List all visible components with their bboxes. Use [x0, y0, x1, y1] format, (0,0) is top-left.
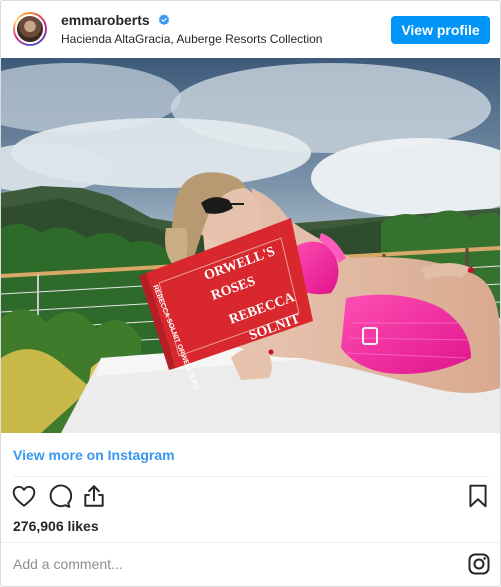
comment-icon[interactable]	[46, 483, 72, 509]
avatar[interactable]	[13, 12, 47, 46]
username-text[interactable]: emmaroberts	[61, 12, 150, 28]
bookmark-icon[interactable]	[465, 483, 491, 509]
photo-illustration: ORWELL'S ROSES REBECCA SOLNIT REBECCA SO…	[1, 58, 500, 433]
instagram-icon[interactable]	[467, 552, 491, 576]
add-comment-input[interactable]	[13, 553, 453, 575]
username[interactable]: emmaroberts	[61, 12, 170, 28]
divider	[13, 476, 489, 477]
divider	[1, 542, 500, 543]
avatar-image	[15, 14, 45, 44]
view-more-on-instagram-link[interactable]: View more on Instagram	[13, 447, 175, 463]
view-profile-button[interactable]: View profile	[391, 16, 490, 44]
post-photo[interactable]: ORWELL'S ROSES REBECCA SOLNIT REBECCA SO…	[1, 58, 500, 433]
post-header: emmaroberts Hacienda AltaGracia, Auberge…	[1, 1, 500, 58]
likes-count[interactable]: 276,906 likes	[13, 518, 99, 534]
location-link[interactable]: Hacienda AltaGracia, Auberge Resorts Col…	[61, 32, 322, 46]
verified-badge-icon	[158, 14, 169, 26]
share-icon[interactable]	[81, 483, 107, 509]
heart-icon[interactable]	[11, 483, 37, 509]
instagram-embed-card: emmaroberts Hacienda AltaGracia, Auberge…	[0, 0, 501, 587]
action-bar	[1, 483, 500, 511]
